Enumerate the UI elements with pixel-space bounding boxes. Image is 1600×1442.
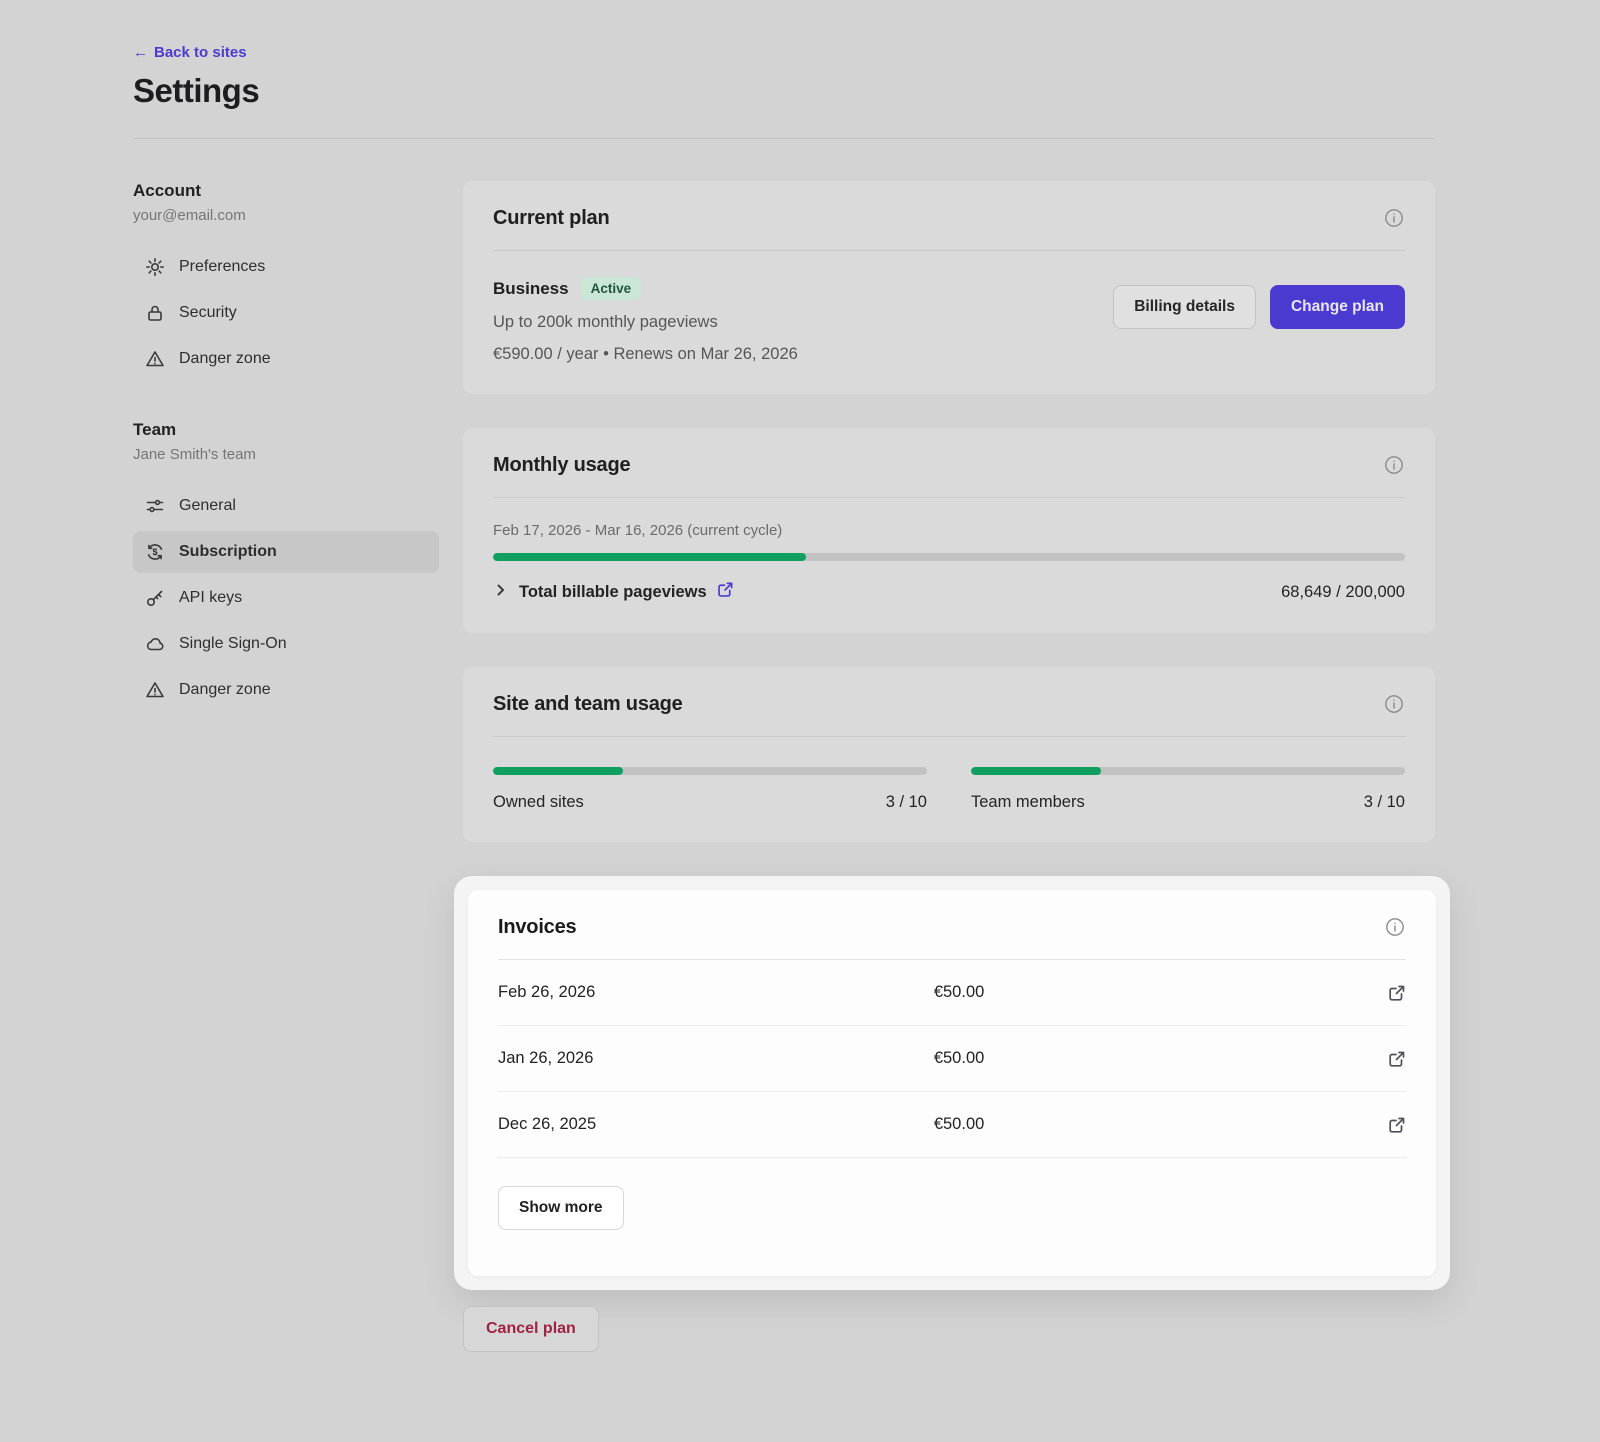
open-invoice-icon[interactable] bbox=[1388, 1116, 1406, 1134]
chevron-right-icon[interactable] bbox=[493, 582, 509, 603]
sidebar-item-label: Security bbox=[179, 304, 237, 322]
team-members-meter: Team members 3 / 10 bbox=[971, 767, 1405, 812]
sidebar-item-label: Preferences bbox=[179, 258, 265, 276]
team-heading: Team bbox=[133, 420, 439, 440]
page-title: Settings bbox=[133, 72, 1435, 110]
settings-main: Current plan Business Active Up to 200k … bbox=[463, 181, 1435, 1352]
owned-sites-meter: Owned sites 3 / 10 bbox=[493, 767, 927, 812]
billing-cycle-label: Feb 17, 2026 - Mar 16, 2026 (current cyc… bbox=[493, 522, 1405, 539]
card-divider bbox=[493, 250, 1405, 251]
cancel-plan-button[interactable]: Cancel plan bbox=[463, 1306, 599, 1352]
billable-pageviews-label: Total billable pageviews bbox=[519, 583, 707, 602]
settings-page: ← Back to sites Settings Account your@em… bbox=[0, 0, 1600, 1442]
invoice-date: Jan 26, 2026 bbox=[498, 1049, 934, 1068]
warning-triangle-icon bbox=[145, 680, 165, 700]
lock-icon bbox=[145, 303, 165, 323]
card-divider bbox=[493, 736, 1405, 737]
info-icon[interactable] bbox=[1383, 454, 1405, 476]
info-icon[interactable] bbox=[1384, 916, 1406, 938]
sidebar-item-label: API keys bbox=[179, 589, 242, 607]
owned-sites-progress-bar bbox=[493, 767, 927, 775]
invoice-date: Feb 26, 2026 bbox=[498, 983, 934, 1002]
invoice-amount: €50.00 bbox=[934, 1049, 1388, 1068]
warning-triangle-icon bbox=[145, 349, 165, 369]
status-badge: Active bbox=[581, 277, 642, 300]
arrow-left-icon: ← bbox=[133, 44, 148, 61]
sidebar-item-label: Single Sign-On bbox=[179, 635, 287, 653]
sidebar-item-preferences[interactable]: Preferences bbox=[133, 246, 439, 288]
team-members-progress-bar bbox=[971, 767, 1405, 775]
sidebar-item-label: Danger zone bbox=[179, 681, 271, 699]
invoice-amount: €50.00 bbox=[934, 1115, 1388, 1134]
owned-sites-progress-fill bbox=[493, 767, 623, 775]
info-icon[interactable] bbox=[1383, 693, 1405, 715]
invoices-spotlight: Invoices Feb 26, 2026 €50.00 bbox=[454, 876, 1450, 1290]
team-name: Jane Smith's team bbox=[133, 446, 439, 463]
pageviews-progress-fill bbox=[493, 553, 806, 561]
team-members-value: 3 / 10 bbox=[1364, 793, 1405, 812]
site-team-usage-card: Site and team usage Owned sites 3 / 10 bbox=[463, 667, 1435, 842]
plan-billing-line: €590.00 / year • Renews on Mar 26, 2026 bbox=[493, 345, 798, 364]
billing-details-button[interactable]: Billing details bbox=[1113, 285, 1256, 329]
back-link-label: Back to sites bbox=[154, 44, 247, 61]
invoice-row: Feb 26, 2026 €50.00 bbox=[498, 960, 1406, 1026]
pageviews-progress-bar bbox=[493, 553, 1405, 561]
sidebar-item-danger-zone-team[interactable]: Danger zone bbox=[133, 669, 439, 711]
back-to-sites-link[interactable]: ← Back to sites bbox=[133, 44, 247, 61]
team-members-label: Team members bbox=[971, 793, 1085, 812]
owned-sites-label: Owned sites bbox=[493, 793, 584, 812]
sidebar-item-danger-zone-account[interactable]: Danger zone bbox=[133, 338, 439, 380]
header-divider bbox=[133, 138, 1435, 139]
sidebar-item-subscription[interactable]: $ Subscription bbox=[133, 531, 439, 573]
card-divider bbox=[493, 497, 1405, 498]
sidebar-item-label: Danger zone bbox=[179, 350, 271, 368]
show-more-button[interactable]: Show more bbox=[498, 1186, 624, 1230]
settings-sidebar: Account your@email.com Preferences Secur… bbox=[133, 181, 439, 1352]
info-icon[interactable] bbox=[1383, 207, 1405, 229]
sidebar-item-label: General bbox=[179, 497, 236, 515]
sidebar-item-security[interactable]: Security bbox=[133, 292, 439, 334]
svg-text:$: $ bbox=[152, 547, 157, 557]
plan-name: Business bbox=[493, 279, 569, 299]
monthly-usage-title: Monthly usage bbox=[493, 454, 630, 477]
open-invoice-icon[interactable] bbox=[1388, 984, 1406, 1002]
sidebar-section-team: Team Jane Smith's team General bbox=[133, 420, 439, 711]
invoice-row: Dec 26, 2025 €50.00 bbox=[498, 1092, 1406, 1158]
invoice-date: Dec 26, 2025 bbox=[498, 1115, 934, 1134]
invoice-row: Jan 26, 2026 €50.00 bbox=[498, 1026, 1406, 1092]
sliders-icon bbox=[145, 496, 165, 516]
owned-sites-value: 3 / 10 bbox=[886, 793, 927, 812]
current-plan-title: Current plan bbox=[493, 207, 610, 230]
invoices-card: Invoices Feb 26, 2026 €50.00 bbox=[468, 890, 1436, 1276]
billable-pageviews-value: 68,649 / 200,000 bbox=[1281, 583, 1405, 602]
account-email: your@email.com bbox=[133, 207, 439, 224]
external-link-icon[interactable] bbox=[717, 581, 734, 603]
sidebar-item-api-keys[interactable]: API keys bbox=[133, 577, 439, 619]
plan-info: Business Active Up to 200k monthly pagev… bbox=[493, 277, 798, 364]
sidebar-section-account: Account your@email.com Preferences Secur… bbox=[133, 181, 439, 380]
account-heading: Account bbox=[133, 181, 439, 201]
monthly-usage-card: Monthly usage Feb 17, 2026 - Mar 16, 202… bbox=[463, 428, 1435, 633]
invoices-title: Invoices bbox=[498, 916, 576, 939]
sidebar-item-single-sign-on[interactable]: Single Sign-On bbox=[133, 623, 439, 665]
cloud-icon bbox=[145, 634, 165, 654]
plan-description: Up to 200k monthly pageviews bbox=[493, 313, 798, 332]
team-members-progress-fill bbox=[971, 767, 1101, 775]
key-icon bbox=[145, 588, 165, 608]
invoice-amount: €50.00 bbox=[934, 983, 1388, 1002]
sidebar-item-label: Subscription bbox=[179, 543, 277, 561]
sidebar-item-general[interactable]: General bbox=[133, 485, 439, 527]
current-plan-card: Current plan Business Active Up to 200k … bbox=[463, 181, 1435, 394]
open-invoice-icon[interactable] bbox=[1388, 1050, 1406, 1068]
change-plan-button[interactable]: Change plan bbox=[1270, 285, 1405, 329]
gear-icon bbox=[145, 257, 165, 277]
site-team-usage-title: Site and team usage bbox=[493, 693, 683, 716]
recurring-payment-icon: $ bbox=[145, 542, 165, 562]
